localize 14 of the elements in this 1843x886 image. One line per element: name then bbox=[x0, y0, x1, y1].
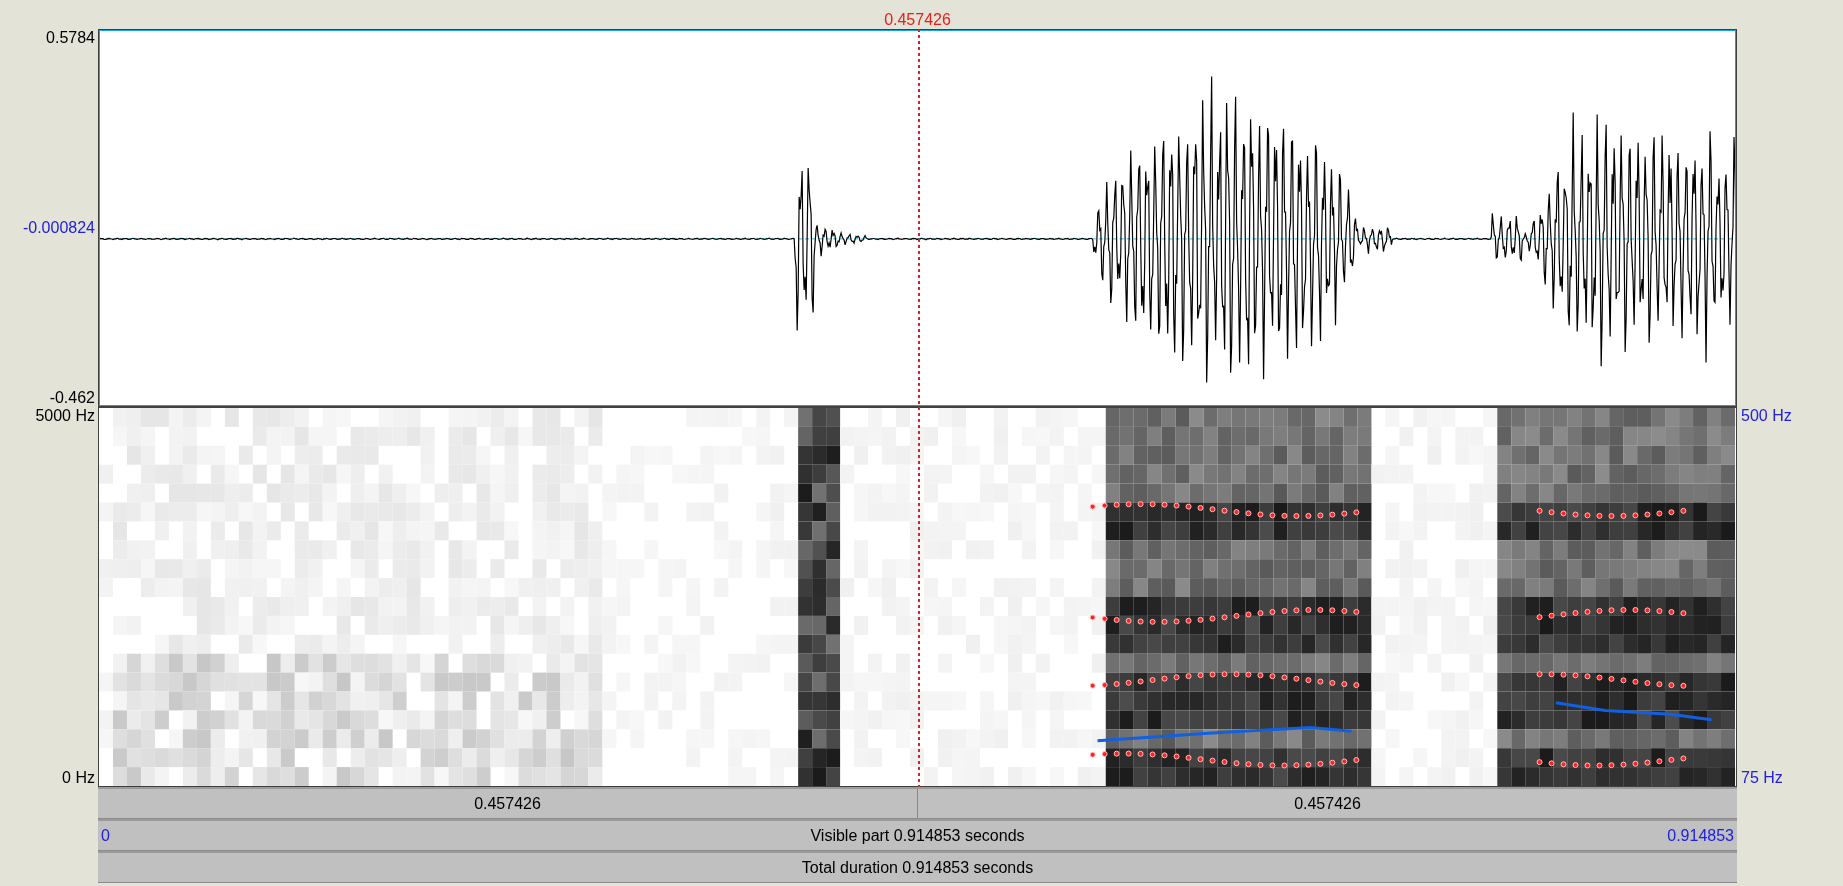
visible-part-label: Visible part 0.914853 seconds bbox=[810, 826, 1025, 845]
frequency-min: 0 Hz bbox=[62, 769, 95, 787]
pitch-min: 75 Hz bbox=[1741, 769, 1783, 787]
visible-start: 0 bbox=[101, 826, 111, 845]
amplitude-max: 0.5784 bbox=[46, 29, 95, 47]
frequency-max: 5000 Hz bbox=[35, 407, 95, 425]
visible-end: 0.914853 bbox=[1667, 826, 1734, 845]
segment-time: 0.457426 bbox=[474, 794, 541, 813]
cursor-time: 0.457426 bbox=[884, 11, 951, 29]
total-duration-label: Total duration 0.914853 seconds bbox=[801, 858, 1034, 877]
amplitude-zero: -0.000824 bbox=[22, 219, 95, 238]
pitch-max: 500 Hz bbox=[1741, 407, 1792, 425]
segment-time: 0.457426 bbox=[1294, 794, 1361, 813]
amplitude-min: -0.462 bbox=[49, 389, 95, 407]
